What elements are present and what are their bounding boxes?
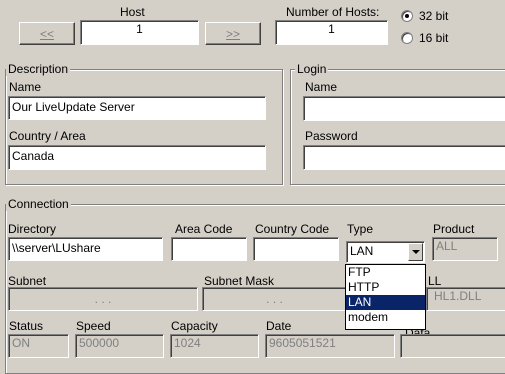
prev-host-button[interactable]: << bbox=[19, 22, 75, 45]
type-dropdown-button[interactable] bbox=[408, 243, 423, 261]
status-field: ON bbox=[8, 334, 69, 358]
country-field[interactable]: Canada bbox=[8, 145, 266, 170]
radio-32bit[interactable]: 32 bit bbox=[401, 9, 448, 23]
product-label: Product bbox=[433, 222, 475, 236]
type-option-modem[interactable]: modem bbox=[346, 310, 425, 325]
connection-group-label: Connection bbox=[6, 197, 71, 211]
description-name-label: Name bbox=[9, 80, 42, 94]
radio-32bit-label: 32 bit bbox=[419, 9, 449, 23]
radio-16bit[interactable]: 16 bit bbox=[401, 31, 448, 45]
directory-field[interactable]: \\server\LUshare bbox=[8, 237, 163, 261]
password-label: Password bbox=[305, 129, 358, 143]
type-option-ftp[interactable]: FTP bbox=[346, 265, 425, 280]
description-name-field[interactable]: Our LiveUpdate Server bbox=[8, 96, 266, 120]
num-hosts-label: Number of Hosts: bbox=[286, 5, 380, 19]
type-label: Type bbox=[347, 222, 374, 236]
host-label: Host bbox=[120, 5, 145, 19]
area-code-field[interactable] bbox=[171, 237, 247, 261]
type-selected-value: LAN bbox=[350, 244, 374, 258]
radio-16bit-label: 16 bit bbox=[419, 31, 449, 45]
country-label: Country / Area bbox=[9, 129, 86, 143]
radio-32bit-indicator[interactable] bbox=[401, 10, 413, 22]
description-group-label: Description bbox=[6, 62, 71, 76]
host-field: 1 bbox=[80, 20, 199, 45]
date-field: 9605051521 bbox=[265, 334, 395, 358]
dll-field: HL1.DLL bbox=[426, 287, 505, 311]
area-code-label: Area Code bbox=[175, 222, 233, 236]
subnet-mask-label: Subnet Mask bbox=[204, 274, 275, 288]
capacity-label: Capacity bbox=[171, 319, 218, 333]
dll-label: LL bbox=[428, 274, 442, 288]
subnet-mask-field: . . . bbox=[202, 287, 347, 311]
speed-label: Speed bbox=[76, 319, 111, 333]
product-field: ALL bbox=[432, 237, 498, 261]
login-name-field[interactable] bbox=[303, 96, 505, 121]
country-code-field[interactable] bbox=[253, 237, 339, 261]
type-option-lan[interactable]: LAN bbox=[346, 295, 425, 310]
country-code-label: Country Code bbox=[255, 222, 330, 236]
login-name-label: Name bbox=[305, 80, 338, 94]
directory-label: Directory bbox=[8, 222, 57, 236]
speed-field: 500000 bbox=[75, 334, 164, 358]
type-option-http[interactable]: HTTP bbox=[346, 280, 425, 295]
login-group-label: Login bbox=[295, 62, 329, 76]
type-dropdown-list: FTP HTTP LAN modem bbox=[345, 264, 426, 330]
num-hosts-field: 1 bbox=[275, 20, 388, 45]
subnet-field: . . . bbox=[8, 287, 198, 311]
radio-16bit-indicator[interactable] bbox=[401, 32, 413, 44]
password-field[interactable] bbox=[303, 145, 505, 170]
status-label: Status bbox=[9, 319, 44, 333]
chevron-down-icon bbox=[411, 250, 420, 254]
capacity-field: 1024 bbox=[170, 334, 259, 358]
next-host-button[interactable]: >> bbox=[205, 22, 261, 45]
date-label: Date bbox=[266, 319, 292, 333]
subnet-label: Subnet bbox=[8, 274, 47, 288]
data-field bbox=[400, 334, 505, 358]
